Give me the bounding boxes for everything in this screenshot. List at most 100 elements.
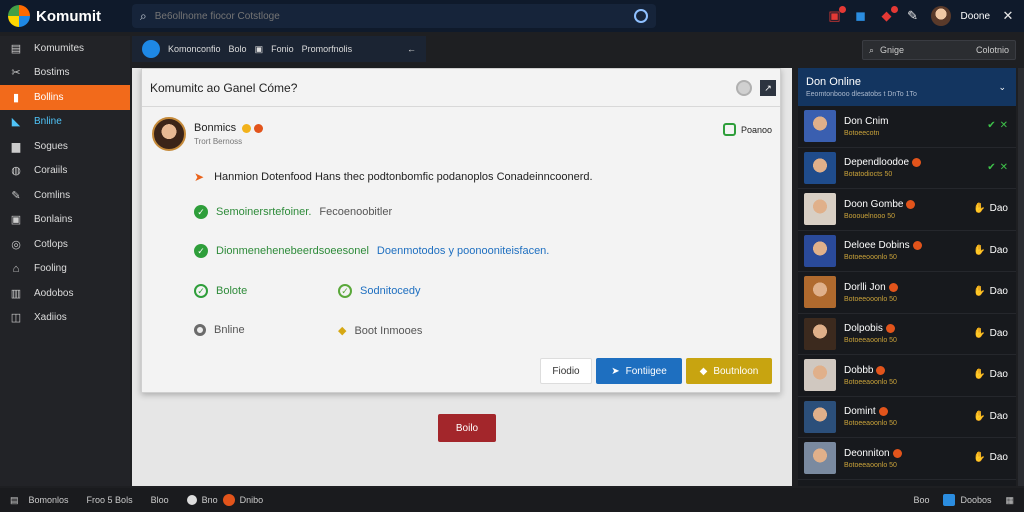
friend-row[interactable]: Dorlli Jon Botoeeooonlo 50 ✋ Dao — [798, 272, 1016, 314]
secondary-button-label: Boutnloon — [713, 365, 759, 377]
voice-icon[interactable] — [634, 9, 648, 23]
sidebar-item[interactable]: ▤ Komumites — [0, 36, 130, 61]
status-right-1[interactable]: Boo — [913, 495, 929, 505]
search-bar[interactable]: ⌕ — [132, 4, 656, 28]
sidebar-item[interactable]: ▣ Bonlains — [0, 208, 130, 233]
friend-row[interactable]: Deloee Dobins Botoeeooonlo 50 ✋ Dao — [798, 231, 1016, 272]
wave-icon: ✋ — [973, 327, 986, 339]
search-input[interactable] — [154, 10, 626, 22]
friend-name: Dependloodoe — [844, 157, 922, 168]
close-icon[interactable]: ✕ — [1000, 8, 1016, 24]
option-4[interactable]: ◆ Boot Inmooes — [338, 324, 422, 338]
secondary-search-label: Gnige — [880, 45, 905, 55]
sidebar-item[interactable]: ✎ Comlins — [0, 183, 130, 208]
sidebar-item[interactable]: ⌂ Fooling — [0, 257, 130, 282]
subnav-item[interactable]: Fonio — [271, 44, 294, 54]
close-icon: ✕ — [999, 120, 1008, 131]
grid-icon[interactable]: ▤ — [10, 495, 19, 506]
secondary-search[interactable]: ⌕ Gnige Colotnio — [862, 40, 1016, 60]
friend-avatar — [804, 317, 836, 350]
help-icon[interactable] — [736, 80, 752, 96]
collapse-icon[interactable]: ↗ — [760, 80, 776, 96]
sidebar-item[interactable]: ▆ Sogues — [0, 134, 130, 159]
edit-icon[interactable]: ▣ — [255, 44, 264, 55]
emoji-icon — [222, 494, 235, 506]
sidebar-item[interactable]: ✂ Bostims — [0, 61, 130, 86]
friend-status[interactable]: ✋ Dao — [973, 286, 1008, 297]
friend-status[interactable]: ✋ Dao — [973, 369, 1008, 380]
friend-name: Doon Gombe — [844, 199, 916, 210]
scrollbar[interactable] — [1018, 68, 1024, 486]
friend-status-label: Dao — [989, 244, 1008, 256]
app-logo[interactable]: Komumit — [0, 5, 130, 27]
option-2[interactable]: ✓ Sodnitocedy — [338, 284, 421, 298]
friend-row[interactable]: Doon Gombe Booouelnooo 50 ✋ Dao — [798, 189, 1016, 231]
status-right-group[interactable]: Doobos — [943, 494, 991, 506]
dialog-title: Komumitc ao Ganel Cóme? — [150, 80, 298, 95]
line2-green: Dionmenehenebeerdsoeesonel — [216, 245, 369, 257]
friend-avatar — [804, 193, 836, 226]
presence-icon — [186, 495, 197, 505]
friend-row[interactable]: Deonniton Botoeeaoonlo 50 ✋ Dao — [798, 438, 1016, 480]
friend-row[interactable]: Don Cnim Botoeecotn ✔ ✕ — [798, 106, 1016, 148]
wave-icon: ✋ — [973, 203, 986, 214]
chat-icon: ▆ — [11, 140, 21, 153]
friend-row[interactable]: Dependloodoe Botatodiocts 50 ✔ ✕ — [798, 148, 1016, 189]
friend-row[interactable]: Domint Botoeeaoonlo 50 ✋ Dao — [798, 397, 1016, 438]
back-arrow-icon[interactable]: ← — [407, 44, 416, 54]
friend-status[interactable]: ✔ ✕ — [987, 162, 1008, 173]
user-name[interactable]: Doone — [961, 11, 990, 22]
cancel-button[interactable]: Fiodio — [540, 358, 592, 384]
option-1[interactable]: ✓ Bolote — [194, 284, 247, 298]
wave-icon: ✋ — [973, 286, 986, 297]
friend-name: Dolpobis — [844, 323, 897, 334]
gift-icon[interactable]: ▣ — [827, 6, 846, 24]
friend-name-text: Deonniton — [844, 447, 890, 459]
status-right-2: Doobos — [960, 495, 992, 505]
logo-icon — [8, 5, 30, 27]
dialog: Komumitc ao Ganel Cóme? ↗ Bonmics Trort … — [141, 68, 781, 393]
status-mid-1[interactable]: Froo 5 Bols — [87, 495, 133, 505]
subnav-item[interactable]: Bolo — [229, 44, 247, 54]
sidebar-item[interactable]: ◎ Cotlops — [0, 232, 130, 257]
friend-status[interactable]: ✋ Dao — [973, 203, 1008, 214]
person-subtitle: Trort Bernoss — [194, 137, 243, 146]
line2-blue[interactable]: Doenmotodos y poonooniteisfacen. — [377, 245, 549, 257]
secondary-button[interactable]: ◆ Boutnloon — [686, 358, 772, 384]
user-avatar[interactable] — [930, 6, 951, 26]
friend-status[interactable]: ✋ Dao — [973, 328, 1008, 339]
friend-status[interactable]: ✋ Dao — [973, 245, 1008, 256]
profile-icon[interactable] — [142, 40, 160, 58]
subnav-item[interactable]: Komonconfio — [168, 44, 221, 54]
primary-button[interactable]: ➤ Fontiigee — [596, 358, 682, 384]
friend-status[interactable]: ✔ ✕ — [987, 120, 1008, 131]
emoji-icon — [912, 241, 922, 251]
friend-status[interactable]: ✋ Dao — [973, 411, 1008, 422]
wave-icon: ✋ — [973, 369, 986, 380]
sidebar-item[interactable]: ◣ Bnline — [0, 110, 130, 135]
grid-icon[interactable]: ▦ — [1005, 495, 1014, 506]
alerts-icon[interactable]: ◆ — [879, 6, 898, 24]
cart-icon: ◍ — [11, 165, 21, 178]
status-mid-2[interactable]: Bloo — [151, 495, 169, 505]
friend-row[interactable]: Dobbb Botoeeaoonlo 50 ✋ Dao — [798, 355, 1016, 397]
sidebar-item[interactable]: ▥ Aodobos — [0, 281, 130, 306]
subnav-item[interactable]: Promorfnolis — [302, 44, 353, 54]
edit-icon[interactable]: ✎ — [905, 8, 921, 24]
status-mid-group[interactable]: Bno Dnibo — [186, 494, 263, 506]
sidebar-item[interactable]: ◫ Xadiios — [0, 306, 130, 331]
friend-status[interactable]: ✋ Dao — [973, 452, 1008, 463]
search-icon: ⌕ — [869, 44, 875, 55]
sidebar-item[interactable]: ▮ Bollins — [0, 85, 130, 110]
send-icon: ➤ — [611, 365, 620, 377]
sidebar-item[interactable]: ◍ Coraiils — [0, 159, 130, 184]
chevron-down-icon[interactable]: ⌄ — [998, 82, 1006, 93]
app-icon — [943, 494, 956, 506]
chat-icon[interactable]: ◼ — [853, 8, 869, 24]
friends-header[interactable]: Don Online Eeomtonbooo dlesatobs t DnTo … — [798, 68, 1016, 106]
status-left[interactable]: Bomonlos — [29, 495, 69, 505]
option-3[interactable]: Bnline — [194, 324, 245, 336]
below-button[interactable]: Boilo — [438, 414, 496, 442]
friend-row[interactable]: Dolpobis Botoeeaoonlo 50 ✋ Dao — [798, 314, 1016, 355]
emoji-icon — [876, 365, 886, 375]
